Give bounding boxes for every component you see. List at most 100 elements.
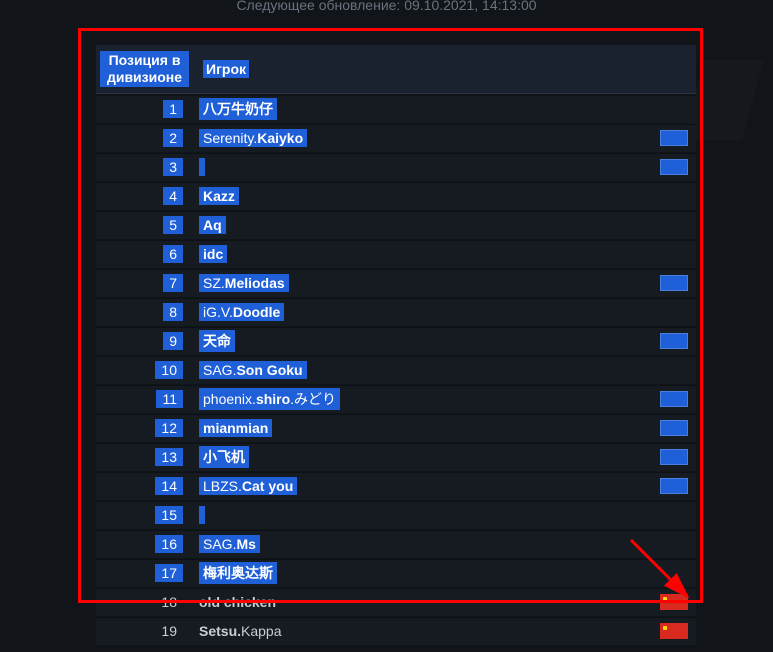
- rank-cell: 14: [96, 472, 193, 500]
- rank-value: 8: [163, 303, 183, 321]
- table-row[interactable]: 8 iG.V.Doodle: [96, 298, 696, 326]
- player-cell: phoenix.shiro.みどり: [193, 385, 696, 413]
- player-name-empty: [199, 506, 205, 524]
- player-cell: LBZS.Cat you: [193, 472, 696, 500]
- player-cell: Aq: [193, 211, 696, 239]
- player-cell: 八万牛奶仔: [193, 95, 696, 123]
- flag-icon: [660, 623, 688, 639]
- rank-value: 14: [155, 477, 183, 495]
- table-row[interactable]: 18 old chicken: [96, 588, 696, 616]
- rank-cell: 15: [96, 501, 193, 529]
- leaderboard-table-container: Позиция в дивизионе Игрок 1 八万牛奶仔 2 Serenit…: [96, 44, 696, 646]
- rank-cell: 16: [96, 530, 193, 558]
- flag-icon: [660, 391, 688, 407]
- player-cell: 梅利奥达斯: [193, 559, 696, 587]
- player-name: Aq: [199, 216, 226, 234]
- rank-value: 3: [163, 158, 183, 176]
- table-row[interactable]: 6 idc: [96, 240, 696, 268]
- player-name: mianmian: [199, 419, 272, 437]
- table-row[interactable]: 1 八万牛奶仔: [96, 95, 696, 123]
- rank-value: 16: [155, 535, 183, 553]
- table-row[interactable]: 10 SAG.Son Goku: [96, 356, 696, 384]
- flag-icon: [660, 130, 688, 146]
- rank-value: 19: [155, 622, 183, 640]
- rank-cell: 17: [96, 559, 193, 587]
- table-row[interactable]: 12 mianmian: [96, 414, 696, 442]
- table-row[interactable]: 9 天命: [96, 327, 696, 355]
- flag-icon: [660, 333, 688, 349]
- table-row[interactable]: 16 SAG.Ms: [96, 530, 696, 558]
- player-name: phoenix.shiro.みどり: [199, 388, 340, 410]
- player-cell: SAG.Son Goku: [193, 356, 696, 384]
- rank-value: 10: [155, 361, 183, 379]
- player-cell: iG.V.Doodle: [193, 298, 696, 326]
- rank-value: 7: [163, 274, 183, 292]
- player-cell: idc: [193, 240, 696, 268]
- player-name: idc: [199, 245, 227, 263]
- rank-cell: 1: [96, 95, 193, 123]
- rank-cell: 18: [96, 588, 193, 616]
- rank-cell: 7: [96, 269, 193, 297]
- player-name: iG.V.Doodle: [199, 303, 284, 321]
- rank-value: 18: [155, 593, 183, 611]
- player-name: SAG.Ms: [199, 535, 260, 553]
- player-name: 梅利奥达斯: [199, 562, 277, 584]
- table-row[interactable]: 17 梅利奥达斯: [96, 559, 696, 587]
- table-row[interactable]: 15: [96, 501, 696, 529]
- player-cell: Kazz: [193, 182, 696, 210]
- table-row[interactable]: 7 SZ.Meliodas: [96, 269, 696, 297]
- player-cell: 天命: [193, 327, 696, 355]
- rank-cell: 11: [96, 385, 193, 413]
- player-name: Kazz: [199, 187, 239, 205]
- table-row[interactable]: 13 小飞机: [96, 443, 696, 471]
- leaderboard-table: Позиция в дивизионе Игрок 1 八万牛奶仔 2 Serenit…: [96, 44, 696, 646]
- header-player[interactable]: Игрок: [193, 45, 696, 94]
- rank-cell: 4: [96, 182, 193, 210]
- player-name: Setsu.Kappa: [199, 623, 282, 639]
- flag-icon: [660, 594, 688, 610]
- rank-value: 15: [155, 506, 183, 524]
- rank-cell: 3: [96, 153, 193, 181]
- rank-cell: 10: [96, 356, 193, 384]
- rank-value: 1: [163, 100, 183, 118]
- flag-icon: [660, 159, 688, 175]
- table-body: 1 八万牛奶仔 2 Serenity.Kaiyko 3 4 Kazz 5 Aq 6 idc 7 SZ.M…: [96, 95, 696, 645]
- rank-cell: 19: [96, 617, 193, 645]
- table-row[interactable]: 4 Kazz: [96, 182, 696, 210]
- rank-value: 2: [163, 129, 183, 147]
- player-cell: old chicken: [193, 588, 696, 616]
- player-name: 天命: [199, 330, 235, 352]
- rank-value: 6: [163, 245, 183, 263]
- next-update-text: Следующее обновление: 09.10.2021, 14:13:…: [0, 0, 773, 13]
- player-name: Serenity.Kaiyko: [199, 129, 307, 147]
- player-cell: SAG.Ms: [193, 530, 696, 558]
- player-name: LBZS.Cat you: [199, 477, 297, 495]
- header-position[interactable]: Позиция в дивизионе: [96, 45, 193, 94]
- player-name: SZ.Meliodas: [199, 274, 289, 292]
- player-name: 小飞机: [199, 446, 249, 468]
- player-name: SAG.Son Goku: [199, 361, 307, 379]
- rank-cell: 6: [96, 240, 193, 268]
- player-cell: 小飞机: [193, 443, 696, 471]
- player-name: 八万牛奶仔: [199, 98, 277, 120]
- rank-value: 9: [163, 332, 183, 350]
- flag-icon: [660, 449, 688, 465]
- rank-value: 17: [155, 564, 183, 582]
- rank-value: 11: [156, 390, 183, 408]
- table-row[interactable]: 19 Setsu.Kappa: [96, 617, 696, 645]
- rank-cell: 2: [96, 124, 193, 152]
- rank-value: 12: [155, 419, 183, 437]
- rank-cell: 12: [96, 414, 193, 442]
- player-name-empty: [199, 158, 205, 176]
- table-row[interactable]: 5 Aq: [96, 211, 696, 239]
- rank-value: 5: [163, 216, 183, 234]
- player-cell: Serenity.Kaiyko: [193, 124, 696, 152]
- rank-cell: 5: [96, 211, 193, 239]
- rank-value: 13: [155, 448, 183, 466]
- table-row[interactable]: 3: [96, 153, 696, 181]
- flag-icon: [660, 420, 688, 436]
- table-row[interactable]: 2 Serenity.Kaiyko: [96, 124, 696, 152]
- table-row[interactable]: 11 phoenix.shiro.みどり: [96, 385, 696, 413]
- table-row[interactable]: 14 LBZS.Cat you: [96, 472, 696, 500]
- player-cell: [193, 153, 696, 181]
